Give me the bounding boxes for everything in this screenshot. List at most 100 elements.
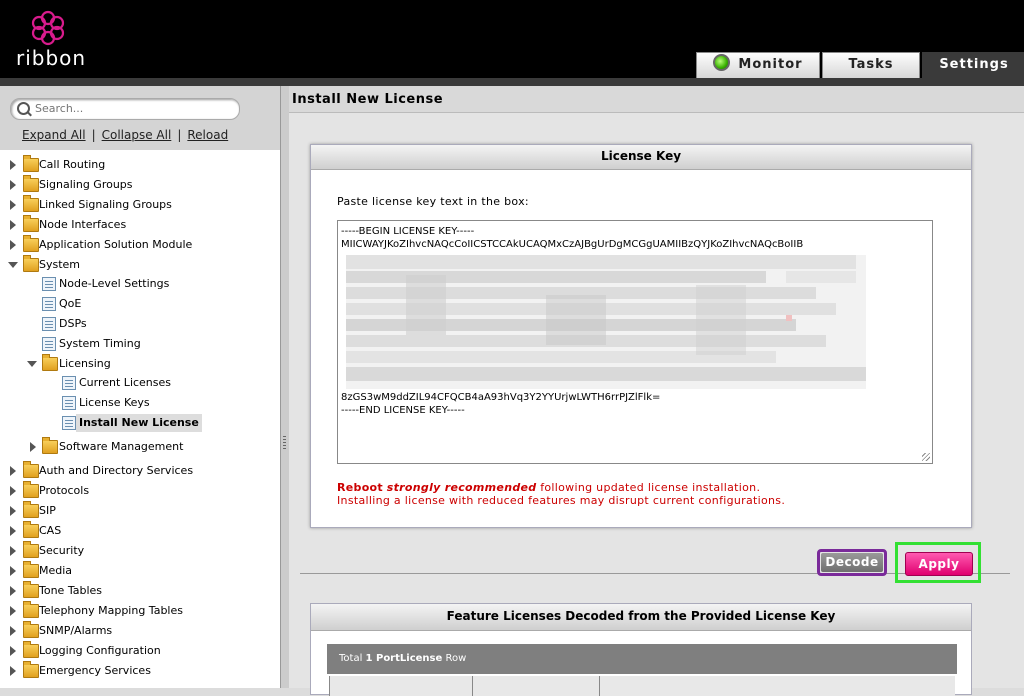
search-input[interactable] [35, 101, 235, 116]
license-key-panel-title: License Key [311, 145, 971, 170]
expand-arrow-icon[interactable] [10, 526, 16, 536]
tree-item-label: License Keys [79, 396, 150, 409]
tree-item-label: Licensing [59, 357, 111, 370]
table-summary-bar: Total 1 PortLicense Row [327, 644, 957, 674]
expand-arrow-icon[interactable] [10, 506, 16, 516]
reload-link[interactable]: Reload [187, 128, 228, 142]
tree-item-label: SNMP/Alarms [39, 624, 113, 637]
folder-icon [23, 621, 39, 638]
page-icon [42, 297, 56, 311]
expand-arrow-icon[interactable] [10, 666, 16, 676]
tree-item-label: Security [39, 544, 85, 557]
table-column-header[interactable] [329, 676, 330, 696]
folder-open-icon [42, 354, 58, 371]
tree-item-label: DSPs [59, 317, 87, 330]
decode-button[interactable]: Decode [821, 553, 883, 572]
tab-tasks-label: Tasks [848, 57, 894, 72]
tab-tasks[interactable]: Tasks [822, 52, 920, 79]
tree-item-label: QoE [59, 297, 82, 310]
key-line: 8zGS3wM9ddZIL94CFQCB4aA93hVq3Y2YYUrjwLWT… [341, 392, 661, 403]
tree-item-label: Media [39, 564, 73, 577]
license-key-panel: License Key Paste license key text in th… [310, 144, 972, 528]
tree-item-label: Application Solution Module [39, 238, 193, 251]
tree-item-label: Call Routing [39, 158, 106, 171]
tree-item-label: Node Interfaces [39, 218, 127, 231]
tree-item-label: Software Management [59, 440, 184, 453]
folder-icon [23, 481, 39, 498]
status-ok-icon [713, 54, 731, 71]
tree-item-label: Node-Level Settings [59, 277, 170, 290]
expand-arrow-icon[interactable] [10, 586, 16, 596]
tree-item-label: CAS [39, 524, 62, 537]
expand-arrow-icon[interactable] [10, 646, 16, 656]
warning-suffix: following updated license installation. [540, 481, 761, 494]
search-box[interactable] [10, 98, 240, 120]
separator: | [91, 128, 96, 142]
sidebar: Expand All | Collapse All | Reload Call Rout… [0, 86, 281, 688]
tree-item-label: Protocols [39, 484, 90, 497]
collapse-arrow-icon[interactable] [27, 361, 37, 367]
expand-arrow-icon[interactable] [10, 466, 16, 476]
table-column-header[interactable] [599, 676, 600, 696]
folder-icon [23, 601, 39, 618]
total-count: 1 PortLicense [365, 653, 443, 664]
redacted-key-blur [346, 255, 866, 389]
key-line: MIICWAYJKoZIhvcNAQcCoIICSTCCAkUCAQMxCzAJ… [341, 239, 804, 250]
sidebar-splitter[interactable] [280, 86, 289, 688]
tab-settings-label: Settings [939, 57, 1009, 72]
tree-controls: Expand All | Collapse All | Reload [22, 128, 228, 142]
splitter-grip-icon[interactable] [283, 436, 286, 450]
folder-icon [23, 155, 39, 172]
table-header-row [329, 676, 955, 696]
tree-item-label: Tone Tables [39, 584, 102, 597]
folder-icon [42, 437, 58, 454]
tree-item-label: SIP [39, 504, 56, 517]
expand-arrow-icon[interactable] [10, 200, 16, 210]
expand-arrow-icon[interactable] [10, 566, 16, 576]
tree-item-label: Current Licenses [79, 376, 172, 389]
expand-arrow-icon[interactable] [30, 442, 36, 452]
license-key-instruction: Paste license key text in the box: [337, 195, 529, 208]
folder-icon [23, 541, 39, 558]
apply-button[interactable]: Apply [905, 552, 973, 576]
page-icon [62, 376, 76, 390]
tree-item-label: Install New License [76, 414, 202, 432]
page-title: Install New License [289, 86, 1024, 113]
tree-item-label: Auth and Directory Services [39, 464, 194, 477]
folder-open-icon [23, 255, 39, 272]
ribbon-logo-mark-icon [31, 10, 65, 46]
search-icon [17, 102, 30, 115]
page-icon [62, 396, 76, 410]
collapse-all-link[interactable]: Collapse All [102, 128, 172, 142]
top-bar: ribbon Monitor Tasks Settings [0, 0, 1024, 80]
decoded-licenses-title: Feature Licenses Decoded from the Provid… [311, 604, 971, 631]
expand-arrow-icon[interactable] [10, 220, 16, 230]
folder-icon [23, 461, 39, 478]
tree-item-label: Emergency Services [39, 664, 151, 677]
tab-settings[interactable]: Settings [922, 52, 1024, 79]
tab-monitor[interactable]: Monitor [696, 52, 820, 79]
decode-button-highlight: Decode [817, 549, 887, 576]
collapse-arrow-icon[interactable] [8, 262, 18, 268]
tab-monitor-label: Monitor [738, 57, 803, 72]
expand-arrow-icon[interactable] [10, 180, 16, 190]
expand-arrow-icon[interactable] [10, 486, 16, 496]
folder-icon [23, 561, 39, 578]
table-column-header[interactable] [472, 676, 473, 696]
expand-arrow-icon[interactable] [10, 546, 16, 556]
page-icon [42, 337, 56, 351]
folder-icon [23, 581, 39, 598]
resize-handle-icon[interactable] [922, 453, 930, 461]
tree-item-label: System [39, 258, 81, 271]
expand-arrow-icon[interactable] [10, 606, 16, 616]
expand-all-link[interactable]: Expand All [22, 128, 86, 142]
license-key-textarea[interactable]: -----BEGIN LICENSE KEY----- MIICWAYJKoZI… [337, 220, 933, 464]
decoded-licenses-panel: Feature Licenses Decoded from the Provid… [310, 603, 972, 696]
expand-arrow-icon[interactable] [10, 626, 16, 636]
tree-item-label: Signaling Groups [39, 178, 133, 191]
folder-icon [23, 235, 39, 252]
expand-arrow-icon[interactable] [10, 160, 16, 170]
separator: | [177, 128, 182, 142]
expand-arrow-icon[interactable] [10, 240, 16, 250]
folder-icon [23, 195, 39, 212]
